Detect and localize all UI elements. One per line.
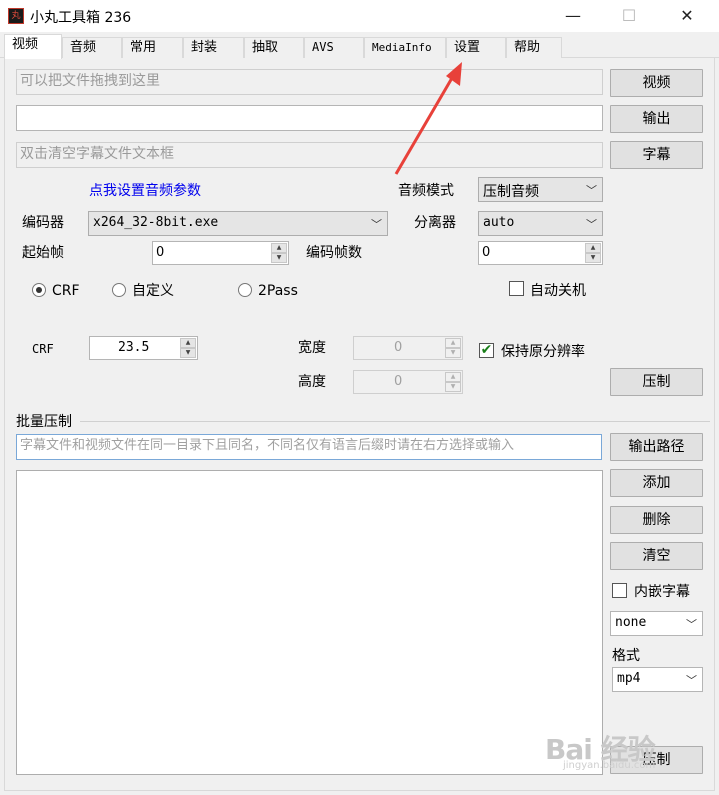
format-value: mp4 [617, 671, 641, 686]
output-button[interactable]: 输出 [610, 105, 703, 133]
close-icon[interactable]: ✕ [664, 0, 710, 32]
crf-spinner[interactable]: 23.5 ▲ ▼ [89, 336, 198, 360]
audio-mode-select[interactable]: 压制音频 ﹀ [478, 177, 603, 202]
compress-button[interactable]: 压制 [610, 368, 703, 396]
tab-help[interactable]: 帮助 [506, 37, 562, 58]
start-frame-spinner[interactable]: 0 ▲ ▼ [152, 241, 289, 265]
window-title: 小丸工具箱 236 [30, 10, 132, 26]
crf-value: 23.5 [118, 340, 150, 355]
frame-count-spinner[interactable]: 0 ▲ ▼ [478, 241, 603, 265]
splitter-value: auto [483, 215, 515, 230]
tab-settings[interactable]: 设置 [446, 37, 506, 58]
height-value: 0 [394, 374, 403, 389]
audio-mode-value: 压制音频 [483, 184, 539, 200]
subtitle-file-input[interactable]: 双击清空字幕文件文本框 [16, 142, 603, 168]
encoder-label: 编码器 [22, 215, 64, 231]
watermark-url: jingyan.baidu.com [563, 760, 656, 771]
spin-down-icon[interactable]: ▼ [271, 253, 287, 263]
width-value: 0 [394, 340, 403, 355]
tab-mux[interactable]: 封装 [183, 37, 244, 58]
tab-mediainfo[interactable]: MediaInfo [364, 37, 446, 58]
encoder-value: x264_32-8bit.exe [93, 215, 219, 230]
custom-radio-label: 自定义 [132, 283, 174, 299]
embed-subtitle-label: 内嵌字幕 [634, 584, 690, 600]
auto-shutdown-checkbox[interactable] [509, 281, 524, 296]
minimize-icon[interactable]: — [550, 0, 596, 32]
twopass-radio[interactable] [238, 283, 252, 297]
embed-subtitle-checkbox[interactable] [612, 583, 627, 598]
tab-audio[interactable]: 音频 [62, 37, 122, 58]
output-path-button[interactable]: 输出路径 [610, 433, 703, 461]
delete-button[interactable]: 删除 [610, 506, 703, 534]
keep-resolution-label: 保持原分辨率 [501, 344, 585, 360]
chevron-down-icon: ﹀ [371, 218, 382, 231]
batch-group-title: 批量压制 [16, 413, 76, 431]
video-button[interactable]: 视频 [610, 69, 703, 97]
chevron-down-icon: ﹀ [586, 218, 597, 231]
start-frame-label: 起始帧 [22, 245, 64, 261]
tab-extract[interactable]: 抽取 [244, 37, 304, 58]
encoder-select[interactable]: x264_32-8bit.exe ﹀ [88, 211, 388, 236]
batch-file-list[interactable] [16, 470, 603, 775]
subtitle-lang-value: none [615, 615, 647, 630]
video-file-input[interactable]: 可以把文件拖拽到这里 [16, 69, 603, 95]
chevron-down-icon: ﹀ [686, 674, 697, 687]
format-label: 格式 [612, 648, 640, 664]
spin-up-icon[interactable]: ▲ [445, 338, 461, 348]
frame-count-value: 0 [482, 245, 491, 260]
twopass-radio-label: 2Pass [258, 283, 298, 299]
crf-radio[interactable] [32, 283, 46, 297]
splitter-label: 分离器 [414, 215, 456, 231]
subtitle-button[interactable]: 字幕 [610, 141, 703, 169]
app-logo-icon: 丸 [8, 8, 24, 24]
clear-button[interactable]: 清空 [610, 542, 703, 570]
crf-radio-label: CRF [52, 283, 80, 299]
subtitle-lang-select[interactable]: none ﹀ [610, 611, 703, 636]
keep-resolution-checkbox[interactable]: ✔ [479, 343, 494, 358]
spin-down-icon[interactable]: ▼ [445, 382, 461, 392]
tab-video[interactable]: 视频 [4, 34, 62, 59]
format-select[interactable]: mp4 ﹀ [612, 667, 703, 692]
audio-settings-link[interactable]: 点我设置音频参数 [89, 180, 201, 200]
spin-down-icon[interactable]: ▼ [445, 348, 461, 358]
spin-down-icon[interactable]: ▼ [585, 253, 601, 263]
crf-label: CRF [32, 342, 54, 356]
chevron-down-icon: ﹀ [686, 618, 697, 631]
height-spinner[interactable]: 0 ▲ ▼ [353, 370, 463, 394]
batch-hint-input[interactable]: 字幕文件和视频文件在同一目录下且同名，不同名仅有语言后缀时请在右方选择或输入 [16, 434, 602, 460]
chevron-down-icon: ﹀ [586, 184, 597, 197]
tab-common[interactable]: 常用 [122, 37, 183, 58]
frame-count-label: 编码帧数 [306, 245, 362, 261]
splitter-select[interactable]: auto ﹀ [478, 211, 603, 236]
spin-up-icon[interactable]: ▲ [180, 338, 196, 348]
spin-down-icon[interactable]: ▼ [180, 348, 196, 358]
annotation-arrow-icon [394, 62, 462, 175]
auto-shutdown-label: 自动关机 [530, 283, 586, 299]
output-file-input[interactable] [16, 105, 603, 131]
spin-up-icon[interactable]: ▲ [445, 372, 461, 382]
spin-up-icon[interactable]: ▲ [585, 243, 601, 253]
spin-up-icon[interactable]: ▲ [271, 243, 287, 253]
start-frame-value: 0 [156, 245, 165, 260]
audio-mode-label: 音频模式 [398, 183, 454, 199]
tab-avs[interactable]: AVS [304, 37, 364, 58]
custom-radio[interactable] [112, 283, 126, 297]
batch-group-divider [80, 421, 710, 422]
maximize-icon[interactable]: ☐ [606, 0, 652, 32]
height-label: 高度 [298, 374, 326, 390]
width-spinner[interactable]: 0 ▲ ▼ [353, 336, 463, 360]
width-label: 宽度 [298, 340, 326, 356]
add-button[interactable]: 添加 [610, 469, 703, 497]
